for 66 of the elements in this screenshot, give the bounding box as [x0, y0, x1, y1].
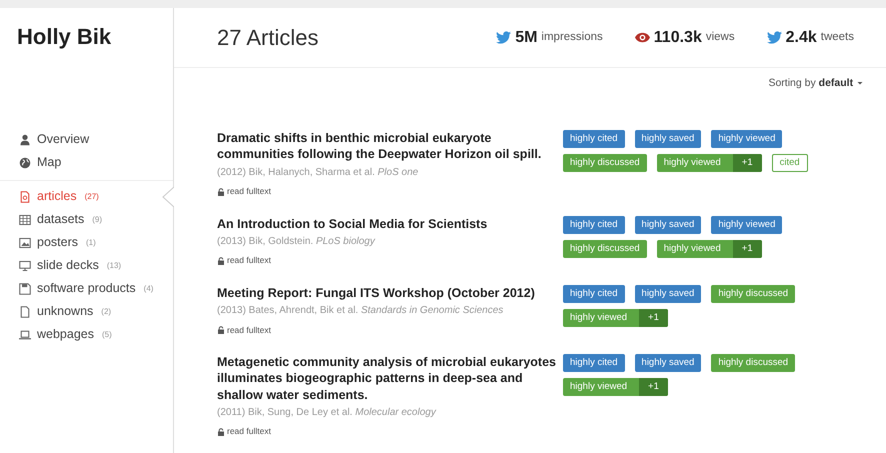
- metric-tag[interactable]: highly discussed: [563, 154, 647, 172]
- metric-tag[interactable]: highly saved: [634, 130, 702, 148]
- document-icon: [19, 190, 31, 202]
- metric-tag[interactable]: highly viewed: [711, 130, 782, 148]
- sidebar-item[interactable]: webpages (5): [0, 323, 173, 346]
- citation: (2013) Bik, Goldstein. PLoS biology: [217, 234, 376, 249]
- laptop-icon: [19, 328, 31, 340]
- metric-tag[interactable]: highly discussed: [563, 240, 647, 258]
- article-title[interactable]: Metagenetic community analysis of microbial eukaryotes illuminates biogeographic patterns in deep-sea and shallow water sediments.: [217, 354, 563, 403]
- fulltext-link[interactable]: read fulltext: [217, 254, 271, 268]
- stat-value: 2.4k: [786, 28, 817, 48]
- monitor-icon: [19, 260, 31, 272]
- sidebar-item[interactable]: software products (4): [0, 277, 173, 300]
- fulltext-link[interactable]: read fulltext: [217, 185, 271, 198]
- metric-tag[interactable]: highly cited: [563, 354, 625, 372]
- stat-value: 110.3k: [654, 28, 702, 48]
- lock-icon: [217, 326, 225, 334]
- image-icon: [19, 236, 31, 248]
- stat-value: 5M: [515, 28, 538, 48]
- person-icon: [19, 134, 31, 146]
- bird-icon: [766, 30, 782, 45]
- sidebar-item[interactable]: Overview: [0, 128, 173, 151]
- metric-tag[interactable]: cited: [772, 154, 808, 172]
- pointer-notch-icon: [162, 187, 174, 207]
- lock-icon: [217, 256, 225, 265]
- metric-tag[interactable]: highly viewed +1: [656, 240, 762, 258]
- eye-icon: [634, 30, 650, 45]
- metric-tag[interactable]: highly viewed +1: [563, 378, 668, 396]
- metric-tag[interactable]: highly cited: [563, 216, 625, 234]
- metric-tag[interactable]: highly discussed: [711, 284, 796, 303]
- sidebar-item[interactable]: Map: [0, 151, 173, 174]
- lock-icon: [217, 428, 225, 436]
- metric-tag[interactable]: highly viewed +1: [563, 308, 668, 327]
- stat-label: impressions: [541, 30, 603, 45]
- metric-tag[interactable]: highly saved: [634, 354, 702, 372]
- caret-icon: [856, 79, 864, 88]
- metric-tag[interactable]: highly cited: [563, 130, 625, 148]
- table-icon: [19, 214, 31, 226]
- fulltext-link[interactable]: read fulltext: [217, 425, 271, 438]
- profile-name: Holly Bik: [16, 23, 112, 51]
- blank-page-icon: [19, 306, 31, 318]
- article-count: 27 Articles: [217, 24, 319, 52]
- article-title[interactable]: Meeting Report: Fungal ITS Workshop (October 2012): [217, 284, 563, 301]
- citation: (2011) Bik, Sung, De Ley et al. Molecular ecology: [217, 406, 438, 420]
- stat-label: tweets: [820, 30, 854, 45]
- metric-tag[interactable]: highly viewed: [711, 216, 782, 234]
- sidebar-item[interactable]: unknowns (2): [0, 300, 173, 323]
- globe-icon: [19, 156, 31, 168]
- metric-tag[interactable]: highly saved: [634, 284, 702, 303]
- sidebar-item[interactable]: slide decks (13): [0, 254, 173, 277]
- metric-tag[interactable]: highly discussed: [711, 354, 796, 372]
- sidebar-item[interactable]: datasets (9): [0, 208, 173, 231]
- article-title[interactable]: An Introduction to Social Media for Scientists: [217, 216, 563, 232]
- fulltext-link[interactable]: read fulltext: [217, 324, 271, 336]
- sort-dropdown[interactable]: Sorting by default: [768, 77, 864, 89]
- citation: (2013) Bates, Ahrendt, Bik et al. Standards in Genomic Sciences: [217, 304, 504, 318]
- metric-tag[interactable]: highly saved: [634, 216, 702, 234]
- stat-label: views: [706, 30, 735, 45]
- article-title[interactable]: Dramatic shifts in benthic microbial eukaryote communities following the Deepwater Horizon oil spill.: [217, 130, 563, 162]
- citation: (2012) Bik, Halanych, Sharma et al. PloS one: [217, 166, 420, 180]
- sidebar-item[interactable]: posters (1): [0, 231, 173, 254]
- bird-icon: [496, 30, 512, 45]
- sidebar-item[interactable]: articles (27): [0, 185, 173, 208]
- metric-tag[interactable]: highly viewed +1: [656, 154, 762, 172]
- metric-tag[interactable]: highly cited: [563, 284, 625, 303]
- lock-icon: [217, 188, 225, 196]
